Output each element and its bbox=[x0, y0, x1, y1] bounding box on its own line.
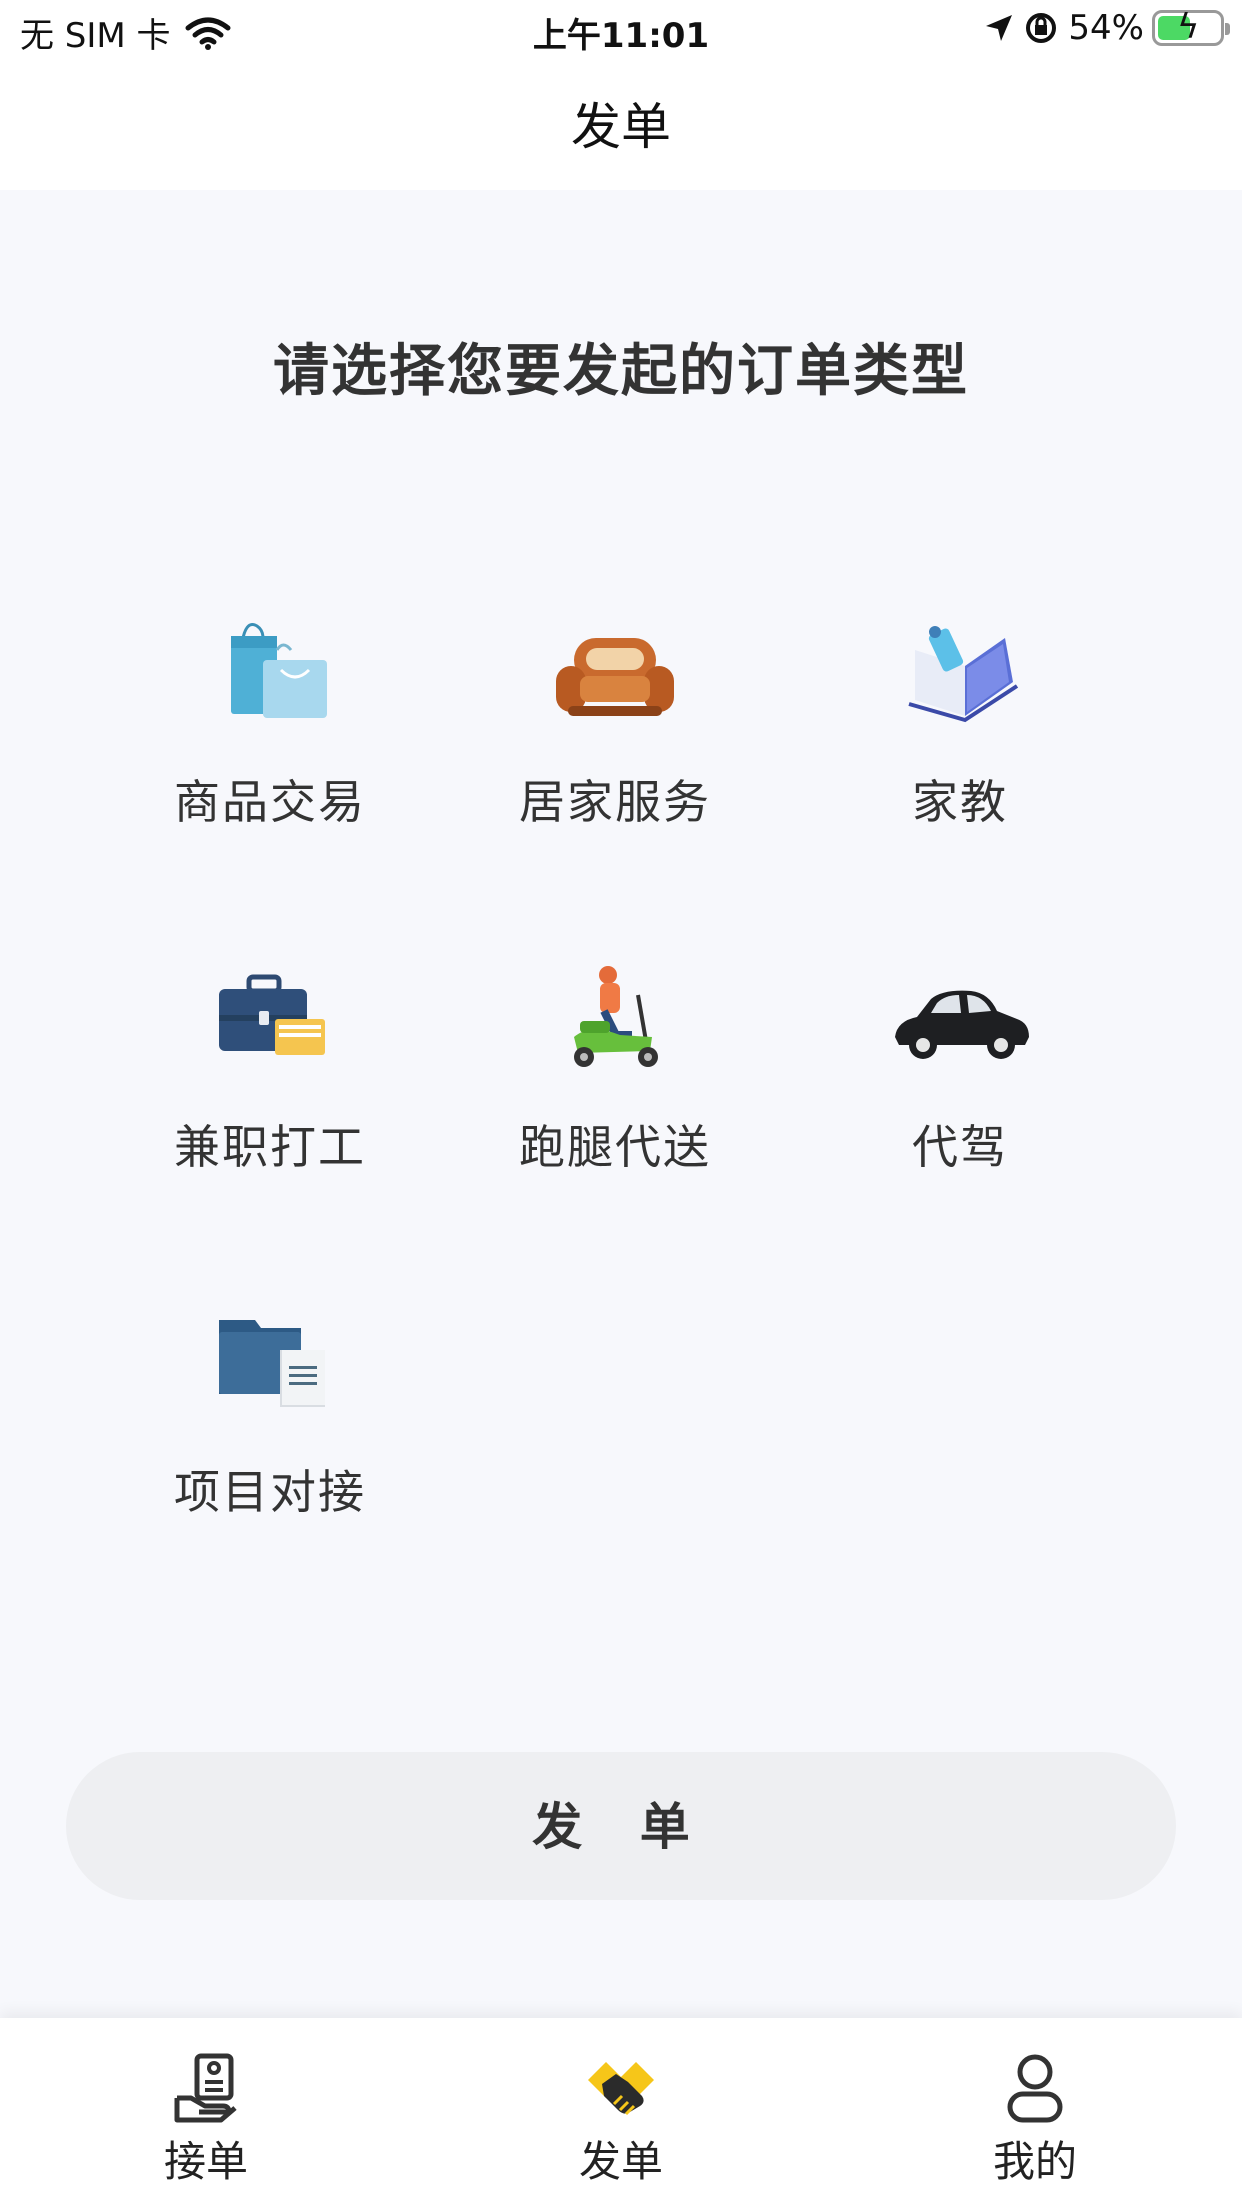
tab-publish-order[interactable]: 发单 bbox=[521, 2050, 721, 2200]
order-type-label: 代驾 bbox=[912, 1120, 1008, 1174]
order-type-goods-trade[interactable]: 商品交易 bbox=[105, 620, 435, 860]
folder-document-icon bbox=[205, 1310, 335, 1420]
order-type-designated-driver[interactable]: 代驾 bbox=[795, 965, 1125, 1205]
location-arrow-icon bbox=[986, 15, 1013, 41]
order-type-tutoring[interactable]: 家教 bbox=[795, 620, 1125, 860]
order-type-errand-delivery[interactable]: 跑腿代送 bbox=[450, 965, 780, 1205]
order-type-label: 跑腿代送 bbox=[519, 1120, 711, 1174]
tab-label: 我的 bbox=[992, 2137, 1077, 2186]
order-type-label: 商品交易 bbox=[174, 775, 366, 829]
rotation-lock-icon bbox=[1026, 13, 1057, 43]
battery-cap bbox=[1225, 23, 1230, 35]
sofa-icon bbox=[550, 620, 680, 730]
charging-bolt-icon: ϟ bbox=[1177, 7, 1200, 47]
main-content: 请选择您要发起的订单类型 商品交易 居家服务 家教 兼职打工 跑腿代送 代驾 项… bbox=[0, 190, 1242, 2020]
nav-bar: 发单 bbox=[0, 64, 1242, 190]
order-type-home-service[interactable]: 居家服务 bbox=[450, 620, 780, 860]
battery-icon: ϟ bbox=[1152, 7, 1230, 47]
page-title: 发单 bbox=[571, 98, 671, 156]
publish-order-button[interactable]: 发 单 bbox=[66, 1752, 1176, 1900]
shopping-bag-icon bbox=[205, 620, 335, 730]
order-type-label: 项目对接 bbox=[174, 1465, 366, 1519]
tab-profile[interactable]: 我的 bbox=[935, 2050, 1135, 2200]
tutor-book-icon bbox=[895, 620, 1025, 730]
order-type-project-matching[interactable]: 项目对接 bbox=[105, 1310, 435, 1550]
profile-icon bbox=[998, 2050, 1072, 2124]
status-bar: 无 SIM 卡 上午11:01 54% ϟ bbox=[0, 0, 1242, 64]
order-type-part-time-job[interactable]: 兼职打工 bbox=[105, 965, 435, 1205]
car-icon bbox=[895, 965, 1029, 1075]
battery-percent: 54% bbox=[1068, 8, 1144, 48]
briefcase-icon bbox=[205, 965, 335, 1075]
handshake-icon bbox=[584, 2050, 658, 2124]
tab-bar: 接单 发单 我的 bbox=[0, 2018, 1242, 2208]
scooter-delivery-icon bbox=[550, 965, 680, 1075]
order-type-label: 居家服务 bbox=[519, 775, 711, 829]
tab-receive-order[interactable]: 接单 bbox=[106, 2050, 306, 2200]
receive-order-icon bbox=[169, 2050, 243, 2124]
tab-label: 接单 bbox=[163, 2137, 248, 2186]
order-type-label: 家教 bbox=[912, 775, 1008, 829]
status-right: 54% ϟ bbox=[974, 7, 1230, 48]
order-type-label: 兼职打工 bbox=[174, 1120, 366, 1174]
tab-label: 发单 bbox=[578, 2137, 663, 2186]
order-type-prompt: 请选择您要发起的订单类型 bbox=[273, 339, 969, 404]
